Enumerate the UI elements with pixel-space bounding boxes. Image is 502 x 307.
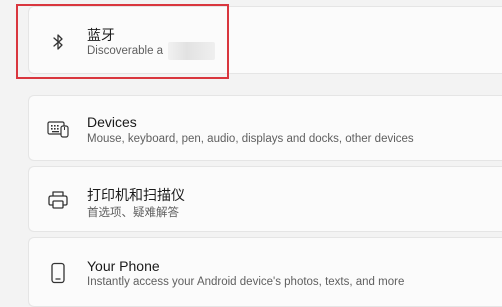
- phone-icon: [47, 262, 69, 284]
- printer-icon: [47, 189, 69, 211]
- devices-card[interactable]: Devices Mouse, keyboard, pen, audio, dis…: [28, 95, 502, 161]
- highlight-box: [16, 4, 229, 79]
- phone-subtitle: Instantly access your Android device's p…: [87, 276, 405, 288]
- printers-card[interactable]: 打印机和扫描仪 首选项、疑难解答: [28, 166, 502, 232]
- phone-card[interactable]: Your Phone Instantly access your Android…: [28, 237, 502, 307]
- devices-title: Devices: [87, 114, 137, 130]
- keyboard-devices-icon: [47, 118, 69, 140]
- printers-title: 打印机和扫描仪: [87, 187, 185, 203]
- devices-subtitle: Mouse, keyboard, pen, audio, displays an…: [87, 133, 414, 145]
- printers-subtitle: 首选项、疑难解答: [87, 207, 179, 219]
- phone-title: Your Phone: [87, 258, 160, 274]
